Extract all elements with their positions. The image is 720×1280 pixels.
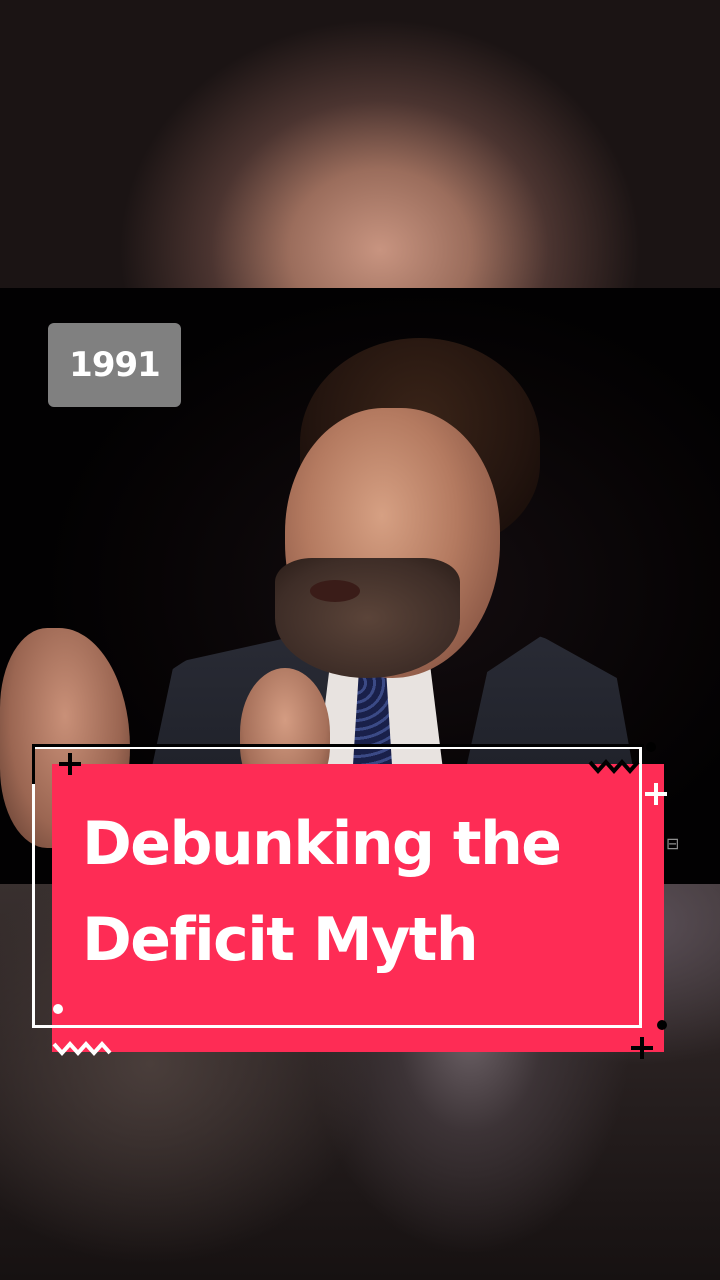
title-text: Debunking the Deficit Myth [82,796,642,988]
video-screen[interactable]: 1991 ⊟ Debunking the Deficit Myth [0,0,720,1280]
blurred-background-top [0,0,720,288]
year-badge: 1991 [48,323,181,407]
title-card-outline-shadow-left [32,744,35,784]
dot-icon [53,1004,63,1014]
dot-icon [657,1020,667,1030]
channel-mark: ⊟ [666,834,680,853]
dot-icon [646,742,656,752]
plus-icon [631,1037,653,1059]
title-line-2: Deficit Myth [82,905,479,975]
title-line-1: Debunking the [82,809,562,879]
plus-icon [59,753,81,775]
title-card-outline-shadow-top [32,744,644,747]
speaker-beard [275,558,460,678]
zigzag-icon [588,758,640,775]
speaker-mouth [310,580,360,602]
zigzag-icon [52,1040,112,1057]
plus-icon [645,783,667,805]
